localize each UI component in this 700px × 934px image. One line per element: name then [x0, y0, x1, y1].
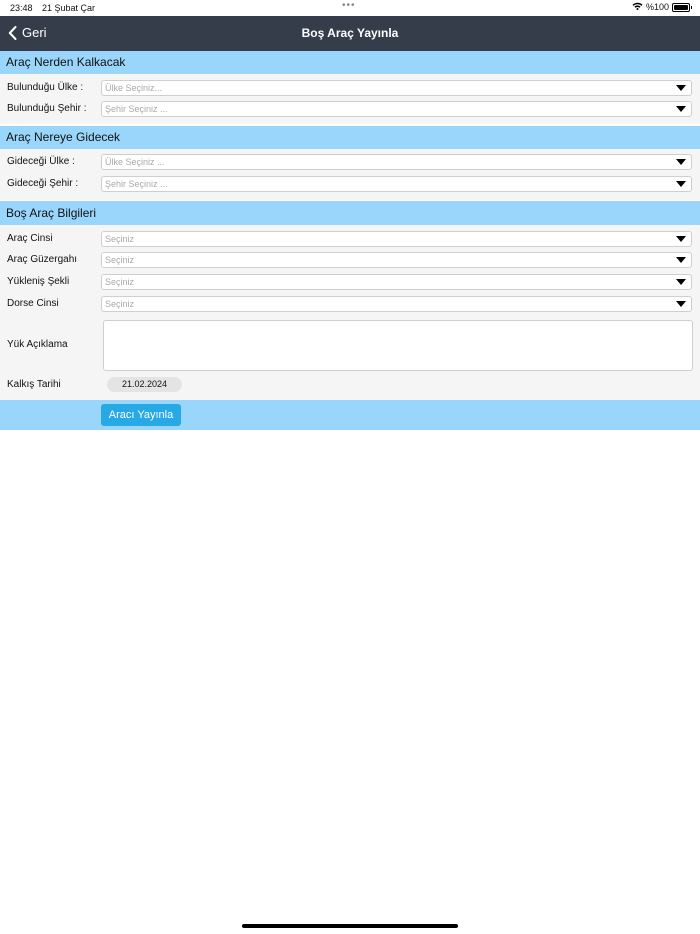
dropdown-caret-icon: [676, 159, 686, 165]
description-label: Yük Açıklama: [7, 339, 68, 350]
to-city-placeholder: Şehir Seçiniz ...: [105, 179, 168, 189]
status-bar: 23:48 21 Şubat Çar ••• %100: [0, 0, 700, 16]
departure-date-label: Kalkış Tarihi: [7, 379, 61, 390]
vehicle-type-label: Araç Cinsi: [7, 233, 53, 244]
dropdown-caret-icon: [676, 236, 686, 242]
to-country-label: Gideceği Ülke :: [7, 156, 75, 167]
from-city-select[interactable]: Şehir Seçiniz ...: [101, 101, 692, 117]
dropdown-caret-icon: [676, 301, 686, 307]
loading-type-row: Yükleniş Şekli Seçiniz: [0, 271, 700, 293]
status-right: %100: [632, 2, 692, 12]
status-time: 23:48: [10, 3, 33, 13]
vehicle-route-placeholder: Seçiniz: [105, 255, 135, 265]
from-country-select[interactable]: Ülke Seçiniz...: [101, 80, 692, 96]
description-textarea[interactable]: [103, 320, 693, 371]
dropdown-caret-icon: [676, 279, 686, 285]
from-country-placeholder: Ülke Seçiniz...: [105, 83, 163, 93]
battery-icon: [672, 2, 692, 12]
vehicle-route-label: Araç Güzergahı: [7, 254, 78, 265]
section-header-from: Araç Nerden Kalkacak: [0, 51, 700, 74]
trailer-type-placeholder: Seçiniz: [105, 299, 135, 309]
trailer-type-label: Dorse Cinsi: [7, 298, 59, 309]
loading-type-select[interactable]: Seçiniz: [101, 274, 692, 290]
from-city-label: Bulunduğu Şehir :: [7, 103, 87, 114]
dropdown-caret-icon: [676, 181, 686, 187]
section-header-to: Araç Nereye Gidecek: [0, 126, 700, 149]
to-city-label: Gideceği Şehir :: [7, 178, 79, 189]
loading-type-label: Yükleniş Şekli: [7, 276, 70, 287]
from-city-row: Bulunduğu Şehir : Şehir Seçiniz ...: [0, 98, 700, 120]
status-date: 21 Şubat Çar: [42, 3, 96, 13]
to-city-select[interactable]: Şehir Seçiniz ...: [101, 176, 692, 192]
navigation-bar: Geri Boş Araç Yayınla: [0, 16, 700, 51]
departure-date-picker[interactable]: 21.02.2024: [107, 377, 182, 392]
loading-type-placeholder: Seçiniz: [105, 277, 135, 287]
wifi-icon: [632, 2, 643, 12]
from-country-row: Bulunduğu Ülke : Ülke Seçiniz...: [0, 77, 700, 99]
dropdown-caret-icon: [676, 85, 686, 91]
vehicle-route-row: Araç Güzergahı Seçiniz: [0, 249, 700, 271]
to-country-placeholder: Ülke Seçiniz ...: [105, 157, 165, 167]
vehicle-route-select[interactable]: Seçiniz: [101, 252, 692, 268]
dropdown-caret-icon: [676, 106, 686, 112]
to-city-row: Gideceği Şehir : Şehir Seçiniz ...: [0, 173, 700, 195]
vehicle-type-placeholder: Seçiniz: [105, 234, 135, 244]
page-title: Boş Araç Yayınla: [301, 26, 399, 40]
dropdown-caret-icon: [676, 257, 686, 263]
trailer-type-row: Dorse Cinsi Seçiniz: [0, 293, 700, 315]
vehicle-type-row: Araç Cinsi Seçiniz: [0, 228, 700, 250]
vehicle-type-select[interactable]: Seçiniz: [101, 231, 692, 247]
from-city-placeholder: Şehir Seçiniz ...: [105, 104, 168, 114]
section-header-info: Boş Araç Bilgileri: [0, 201, 700, 225]
to-country-row: Gideceği Ülke : Ülke Seçiniz ...: [0, 151, 700, 173]
to-country-select[interactable]: Ülke Seçiniz ...: [101, 154, 692, 170]
publish-button[interactable]: Aracı Yayınla: [101, 404, 181, 426]
multitasking-dots[interactable]: •••: [342, 0, 356, 11]
home-indicator[interactable]: [242, 924, 458, 928]
from-country-label: Bulunduğu Ülke :: [7, 82, 84, 93]
trailer-type-select[interactable]: Seçiniz: [101, 296, 692, 312]
battery-percent: %100: [645, 2, 669, 12]
